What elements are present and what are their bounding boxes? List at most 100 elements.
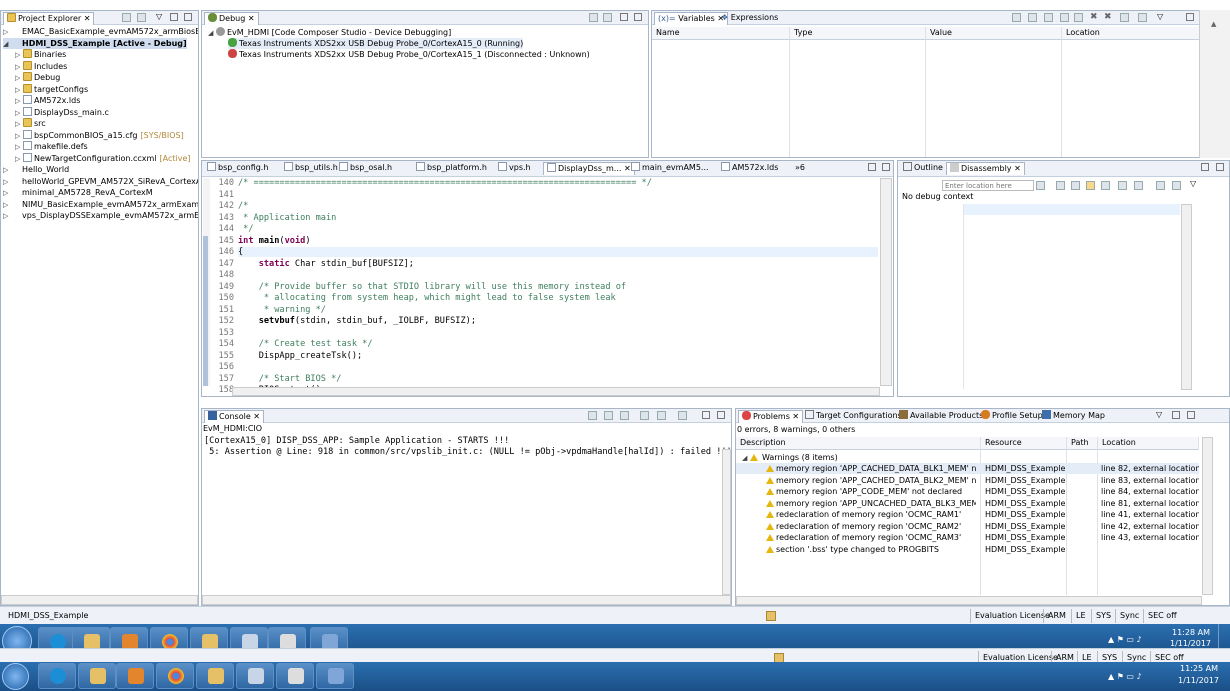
minimize-icon[interactable] <box>1172 411 1180 419</box>
debug-session[interactable]: ◢ EvM_HDMI [Code Composer Studio - Device… <box>208 27 451 38</box>
code-line[interactable]: { <box>238 247 878 257</box>
maximize-icon[interactable] <box>184 13 192 21</box>
expand-arrow-icon[interactable]: ▷ <box>15 85 23 96</box>
status-sync[interactable]: Sync <box>1115 609 1143 623</box>
expand-arrow-icon[interactable]: ▷ <box>15 131 23 142</box>
tab-project-explorer[interactable]: Project Explorer ✕ <box>3 12 95 25</box>
minimize-icon[interactable] <box>1186 13 1194 21</box>
tab-bsp-platform-h[interactable]: bsp_platform.h <box>413 162 490 175</box>
tab-displaydss-main-c[interactable]: DisplayDss_m... ✕ <box>543 162 635 175</box>
problem-row[interactable]: memory region 'APP_CODE_MEM' not declare… <box>736 486 1199 497</box>
expand-arrow-icon[interactable]: ▷ <box>3 200 11 211</box>
minimize-icon[interactable] <box>702 411 710 419</box>
go-icon[interactable] <box>1036 181 1045 190</box>
code-line[interactable]: setvbuf(stdin, stdin_buf, _IOLBF, BUFSIZ… <box>238 316 878 326</box>
network-icon[interactable] <box>316 663 354 689</box>
tree-item[interactable]: ▷ bspCommonBIOS_a15.cfg [SYS/BIOS] <box>15 129 184 142</box>
toolbar-icon[interactable] <box>1101 181 1110 190</box>
tree-item[interactable]: ◢ HDMI_DSS_Example [Active - Debug] <box>3 37 187 50</box>
disassembly-area[interactable] <box>963 204 1180 389</box>
vertical-scrollbar[interactable] <box>1181 204 1192 390</box>
code-line[interactable]: /* <box>238 201 878 211</box>
internet-explorer-icon[interactable] <box>38 663 76 689</box>
tab-available-products[interactable]: Available Products <box>896 410 986 423</box>
status-security[interactable]: SEC off <box>1143 609 1181 623</box>
tree-item[interactable]: ▷ makefile.defs <box>15 141 88 152</box>
code-line[interactable]: * allocating from system heap, which mig… <box>238 293 878 303</box>
minimize-icon[interactable] <box>1201 163 1209 171</box>
toolbar-icon[interactable] <box>1071 181 1080 190</box>
toolbar-icon[interactable] <box>620 411 629 420</box>
horizontal-scrollbar[interactable] <box>1 595 198 605</box>
tree-item[interactable]: ▷ src <box>15 118 46 129</box>
remove-icon[interactable]: ✖ <box>1090 12 1098 22</box>
clock-date[interactable]: 1/11/2017 <box>1170 639 1211 648</box>
code-line[interactable]: int main(void) <box>238 236 878 246</box>
problem-row[interactable]: memory region 'APP_CACHED_DATA_BLK1_MEM'… <box>736 463 1199 474</box>
column-path[interactable]: Path <box>1067 437 1098 450</box>
tree-item[interactable]: ▷ NewTargetConfiguration.ccxml [Active] <box>15 152 191 164</box>
clear-console-icon[interactable] <box>588 411 597 420</box>
collapse-arrow-icon[interactable]: ◢ <box>3 39 11 50</box>
tree-item[interactable]: ▷ DisplayDss_main.c <box>15 106 109 118</box>
more-tabs-button[interactable]: »6 <box>792 162 808 175</box>
expand-arrow-icon[interactable]: ▷ <box>3 211 11 222</box>
toolbar-icon[interactable] <box>1028 13 1037 22</box>
horizontal-scrollbar[interactable] <box>232 387 880 396</box>
tree-item[interactable]: ▷ Includes <box>15 60 67 72</box>
maximize-icon[interactable] <box>634 13 642 21</box>
problem-row[interactable]: section '.bss' type changed to PROGBITS H… <box>736 544 1199 555</box>
toolbar-icon[interactable] <box>1118 181 1127 190</box>
expand-arrow-icon[interactable]: ▷ <box>15 142 23 153</box>
scroll-lock-icon[interactable] <box>604 411 613 420</box>
horizontal-scrollbar[interactable] <box>736 596 1202 605</box>
code-line[interactable]: /* Start BIOS */ <box>238 374 878 384</box>
tray-icons[interactable]: ▲ ⚑ ▭ ♪ <box>1108 672 1142 681</box>
maximize-icon[interactable] <box>1216 163 1224 171</box>
file-explorer-icon[interactable] <box>78 663 116 689</box>
code-line[interactable]: /* Create test task */ <box>238 339 878 349</box>
expand-arrow-icon[interactable]: ▷ <box>15 73 23 84</box>
folder-icon[interactable] <box>196 663 234 689</box>
debug-thread-cortexa15-1[interactable]: Texas Instruments XDS2xx USB Debug Probe… <box>228 49 590 60</box>
column-description[interactable]: Description <box>736 437 981 450</box>
problem-row[interactable]: redeclaration of memory region 'OCMC_RAM… <box>736 521 1199 532</box>
remove-all-icon[interactable]: ✖ <box>1104 12 1112 22</box>
toolbar-icon[interactable] <box>1012 13 1021 22</box>
media-player-icon[interactable] <box>116 663 154 689</box>
code-line[interactable]: * Application main <box>238 213 878 223</box>
display-console-icon[interactable] <box>657 411 666 420</box>
tree-item[interactable]: ▷ Debug <box>15 72 60 83</box>
status-endian[interactable]: LE <box>1071 609 1090 623</box>
toolbar-icon[interactable] <box>1074 13 1083 22</box>
minimize-icon[interactable] <box>620 13 628 21</box>
refresh-icon[interactable] <box>1060 13 1069 22</box>
tab-bsp-config-h[interactable]: bsp_config.h <box>204 162 271 175</box>
code-line[interactable]: static Char stdin_buf[BUFSIZ]; <box>238 259 878 269</box>
code-line[interactable]: */ <box>238 224 878 234</box>
chrome-icon[interactable] <box>156 663 194 689</box>
status-arch[interactable]: ARM <box>1043 609 1070 623</box>
toolbar-icon[interactable] <box>1044 13 1053 22</box>
toolbar-icon[interactable] <box>1134 181 1143 190</box>
clock-time[interactable]: 11:25 AM <box>1180 664 1218 673</box>
start-orb-icon[interactable] <box>2 663 29 690</box>
tree-item[interactable]: ▷ targetConfigs <box>15 83 88 96</box>
tree-item[interactable]: ▷ helloWorld_GPEVM_AM572X_SiRevA_CortexA <box>3 176 198 187</box>
expand-arrow-icon[interactable]: ▷ <box>15 96 23 107</box>
cube-icon[interactable] <box>276 663 314 689</box>
status-mode[interactable]: SYS <box>1091 609 1115 623</box>
clock-time[interactable]: 11:28 AM <box>1172 628 1210 637</box>
open-console-icon[interactable] <box>678 411 687 420</box>
tab-variables[interactable]: (x)= Variables ✕ <box>654 12 729 25</box>
column-location[interactable]: Location <box>1062 27 1200 40</box>
debug-thread-cortexa15-0[interactable]: Texas Instruments XDS2xx USB Debug Probe… <box>228 38 524 49</box>
tree-item[interactable]: ▷ Binaries <box>15 49 66 60</box>
minimize-icon[interactable] <box>170 13 178 21</box>
paint-icon[interactable] <box>236 663 274 689</box>
tree-item[interactable]: ▷ Hello_World <box>3 164 69 175</box>
maximize-icon[interactable] <box>1187 411 1195 419</box>
toolbar-icon[interactable] <box>1172 181 1181 190</box>
view-menu-icon[interactable]: ▽ <box>1190 179 1196 188</box>
minimize-icon[interactable] <box>868 163 876 171</box>
